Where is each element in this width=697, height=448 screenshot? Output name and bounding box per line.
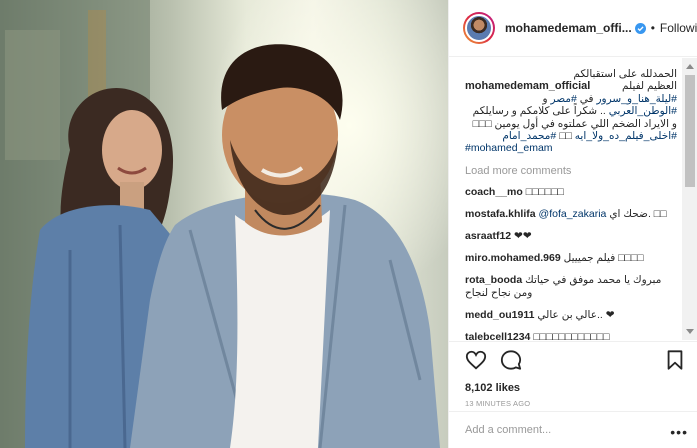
add-comment-input[interactable] (465, 424, 665, 436)
hashtag-link[interactable]: #مصر (550, 93, 576, 105)
avatar-image (465, 14, 493, 42)
caption-text: الحمدلله على استقبالكم (573, 68, 677, 80)
action-icons-row (465, 348, 697, 372)
caption-username[interactable]: mohamedemam_official (465, 80, 590, 92)
comment-item: medd_ou1911 عالي بن عالي.. ❤ (465, 309, 679, 322)
caption-text: و (542, 92, 548, 105)
comment-username[interactable]: medd_ou1911 (465, 309, 534, 321)
comment-item: talebcell1234 □□□□□□□□□□□□ (465, 331, 679, 340)
comment-username[interactable]: talebcell1234 (465, 331, 530, 340)
caption-text: □□ (559, 130, 572, 143)
post-photo[interactable] (0, 0, 448, 448)
photo-illustration (0, 0, 440, 448)
load-more-comments-button[interactable]: Load more comments (465, 165, 685, 177)
comment-item: coach__mo □□□□□□ (465, 186, 679, 199)
comment-username[interactable]: rota_booda (465, 274, 522, 286)
post-timestamp[interactable]: 13 MINUTES AGO (465, 399, 697, 408)
comment-item: mostafa.khlifa @fofa_zakaria ضحك اي. □□ (465, 208, 679, 221)
caption-line-4: #اخلى_فيلم_ده_ولا_ايه □□ #محمد_امام (465, 130, 677, 142)
comment-item: rota_booda مبروك يا محمد موفق في حياتك و… (465, 274, 679, 300)
comment-username[interactable]: mostafa.khlifa (465, 208, 536, 220)
comment-username[interactable]: coach__mo (465, 186, 523, 198)
comment-bubble-icon[interactable] (500, 349, 522, 371)
hashtag-link[interactable]: #اخلى_فيلم_ده_ولا_ايه (575, 130, 677, 142)
comment-text: ضحك اي. □□ (609, 207, 667, 220)
add-comment-bar: ••• (449, 411, 697, 448)
scroll-down-arrow-icon[interactable] (686, 329, 694, 334)
hashtag-link[interactable]: #الوطن_العربي (609, 105, 677, 117)
man-shirt (230, 210, 330, 448)
caption-text: العظيم لفيلم (621, 80, 677, 93)
comment-username[interactable]: asraatf12 (465, 230, 511, 242)
comment-text: □□□□□□□□□□□□ (533, 330, 610, 340)
hashtag-link[interactable]: #mohamed_emam (465, 142, 553, 154)
caption-line-3: #الوطن_العربي .. شكراً على كلامكم و رساي… (465, 105, 677, 130)
caption-line-1: الحمدلله على استقبالكم mohamedemam_offic… (465, 68, 677, 92)
verified-badge-icon (634, 22, 646, 34)
comment-item: miro.mohamed.969 فيلم جميييل □□□□ (465, 252, 679, 265)
post-side-panel: mohamedemam_offi... • Following الحمدلله… (448, 0, 697, 448)
caption-line-5: #mohamed_emam (465, 142, 677, 154)
comment-username[interactable]: miro.mohamed.969 (465, 252, 561, 264)
woman-face (102, 110, 162, 190)
header-dot-separator: • (650, 21, 655, 35)
avatar[interactable] (463, 12, 495, 44)
comment-text: □□□□□□ (525, 185, 564, 198)
comment-text: عالي بن عالي.. ❤ (537, 308, 615, 321)
scroll-up-arrow-icon[interactable] (686, 64, 694, 69)
post-actions: 8,102 likes 13 MINUTES AGO (449, 341, 697, 411)
caption: الحمدلله على استقبالكم mohamedemam_offic… (465, 68, 677, 155)
scrollbar-thumb[interactable] (685, 75, 695, 187)
header-username[interactable]: mohamedemam_offi... (505, 21, 632, 35)
comment-text: ❤❤ (514, 229, 532, 242)
background-window (5, 30, 60, 160)
caption-text: في (579, 92, 594, 105)
comment-mention[interactable]: @fofa_zakaria (539, 208, 607, 220)
post-header: mohamedemam_offi... • Following (449, 0, 697, 57)
comment-item: asraatf12 ❤❤ (465, 230, 679, 243)
comments-scrollbar[interactable] (682, 58, 697, 340)
comments-list: الحمدلله على استقبالكم mohamedemam_offic… (449, 58, 685, 340)
more-options-icon[interactable]: ••• (670, 424, 688, 440)
heart-icon[interactable] (465, 349, 487, 371)
hashtag-link[interactable]: #محمد_امام (502, 130, 556, 142)
bookmark-icon[interactable] (664, 349, 686, 371)
likes-count[interactable]: 8,102 likes (465, 382, 697, 394)
following-button[interactable]: Following (660, 21, 697, 35)
hashtag-link[interactable]: #ليلة_هنا_و_سرور (596, 93, 677, 105)
comment-text: فيلم جميييل □□□□ (563, 251, 644, 264)
